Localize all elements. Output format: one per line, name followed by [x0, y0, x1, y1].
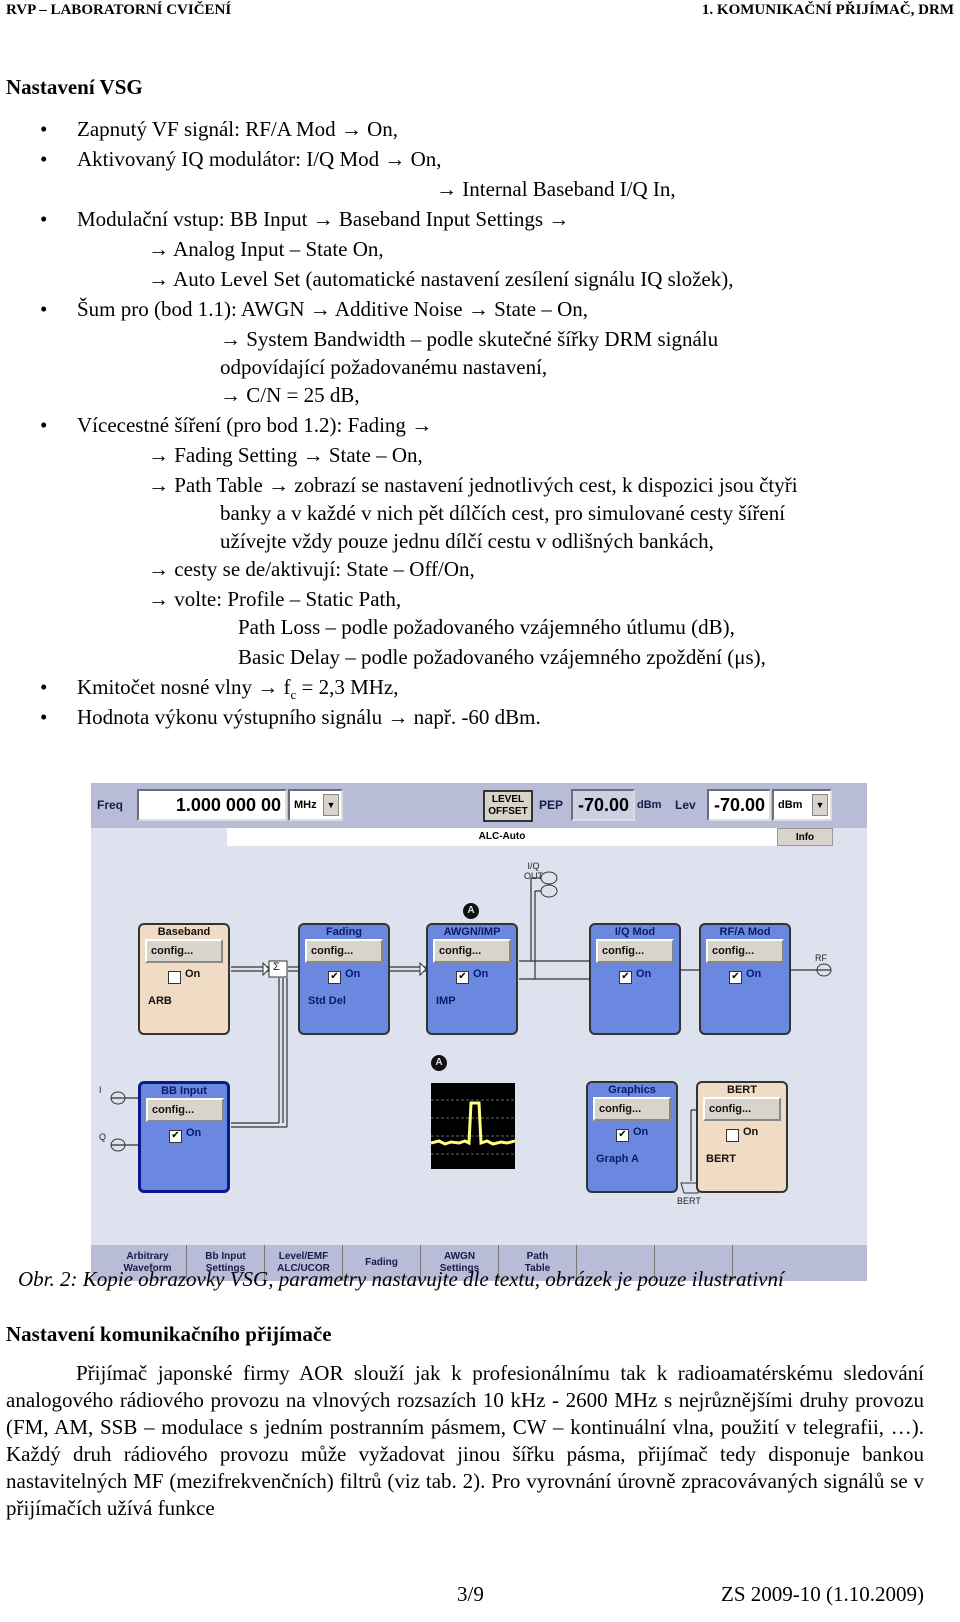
bullet-icon: • [40, 297, 48, 321]
footer-date: ZS 2009-10 (1.10.2009) [721, 1582, 924, 1606]
block-fading[interactable]: Fading config... ✔ On Std Del [298, 923, 390, 1035]
block-bb-input[interactable]: BB Input config... ✔ On [138, 1081, 230, 1193]
figure-caption: Obr. 2: Kopie obrazovky VSG, parametry n… [18, 1267, 784, 1291]
block-title: Baseband [157, 926, 211, 938]
block-mode-label: IMP [436, 995, 456, 1007]
config-button[interactable]: config... [146, 1098, 224, 1122]
block-title: Fading [325, 926, 363, 938]
line-text: Kmitočet nosné vlny → f [77, 675, 291, 699]
badge-a-icon: A [463, 903, 479, 919]
list-line: → System Bandwidth – podle skutečné šířk… [220, 327, 719, 351]
rf-output-label: RF [815, 953, 827, 963]
checkbox-checked-icon[interactable]: ✔ [616, 1129, 629, 1142]
block-title: I/Q Mod [614, 926, 656, 938]
list-line: Aktivovaný IQ modulátor: I/Q Mod → On, [77, 147, 442, 171]
vsg-screenshot: Freq 1.000 000 00 MHz ▼ LEVEL OFFSET PEP… [91, 783, 867, 1281]
config-button[interactable]: config... [433, 939, 511, 963]
checkbox-unchecked-icon[interactable] [168, 971, 181, 984]
block-title: AWGN/IMP [443, 926, 501, 938]
list-line: → Path Table → zobrazí se nastavení jedn… [148, 473, 798, 497]
checkbox-checked-icon[interactable]: ✔ [328, 971, 341, 984]
config-button[interactable]: config... [145, 939, 223, 963]
list-line: Hodnota výkonu výstupního signálu → např… [77, 705, 541, 729]
on-label: On [345, 968, 361, 980]
bullet-icon: • [40, 117, 48, 141]
block-mode-label: BERT [706, 1153, 736, 1165]
bert-connector-label: BERT [677, 1196, 701, 1206]
checkbox-checked-icon[interactable]: ✔ [456, 971, 469, 984]
block-title: RF/A Mod [719, 926, 771, 938]
block-baseband[interactable]: Baseband config... On ARB [138, 923, 230, 1035]
list-line: → C/N = 25 dB, [220, 383, 360, 407]
list-line: Path Loss – podle požadovaného vzájemnéh… [238, 615, 735, 639]
list-line: → Analog Input – State On, [148, 237, 384, 261]
q-input-label: Q [99, 1132, 107, 1142]
config-button[interactable]: config... [305, 939, 383, 963]
config-button[interactable]: config... [703, 1097, 781, 1121]
list-line: → volte: Profile – Static Path, [148, 587, 402, 611]
section-heading-vsg: Nastavení VSG [6, 75, 143, 99]
bullet-icon: • [40, 207, 48, 231]
list-line: Vícecestné šíření (pro bod 1.2): Fading … [77, 413, 433, 437]
running-header-left: RVP – LABORATORNÍ CVIČENÍ [6, 2, 232, 18]
list-line: Modulační vstup: BB Input → Baseband Inp… [77, 207, 570, 231]
on-label: On [473, 968, 489, 980]
block-mode-label: ARB [148, 995, 172, 1007]
sum-symbol: Σ [273, 961, 280, 973]
block-i-q-mod[interactable]: I/Q Mod config... ✔ On [589, 923, 681, 1035]
on-label: On [636, 968, 652, 980]
list-line: → Internal Baseband I/Q In, [436, 177, 676, 201]
bullet-icon: • [40, 675, 48, 699]
section-heading-receiver: Nastavení komunikačního přijímače [6, 1322, 332, 1346]
iq-out-label: I/Q OUT [524, 861, 543, 881]
list-line: → cesty se de/aktivují: State – Off/On, [148, 557, 475, 581]
on-label: On [743, 1126, 759, 1138]
bullet-icon: • [40, 705, 48, 729]
block-rf-a-mod[interactable]: RF/A Mod config... ✔ On [699, 923, 791, 1035]
list-line: → Fading Setting → State – On, [148, 443, 423, 467]
i-input-label: I [99, 1085, 102, 1095]
on-label: On [186, 1127, 202, 1139]
block-title: BB Input [161, 1085, 207, 1097]
list-line: Šum pro (bod 1.1): AWGN → Additive Noise… [77, 297, 589, 321]
block-awgn-imp[interactable]: AWGN/IMP config... ✔ On IMP [426, 923, 518, 1035]
bullet-icon: • [40, 413, 48, 437]
config-button[interactable]: config... [706, 939, 784, 963]
checkbox-checked-icon[interactable]: ✔ [169, 1130, 182, 1143]
page-number: 3/9 [457, 1582, 484, 1606]
list-line: užívejte vždy pouze jednu dílčí cestu v … [220, 529, 714, 553]
checkbox-checked-icon[interactable]: ✔ [619, 971, 632, 984]
running-header-right: 1. KOMUNIKAČNÍ PŘIJÍMAČ, DRM [701, 2, 954, 18]
spectrum-display[interactable] [431, 1083, 515, 1169]
block-mode-label: Std Del [308, 995, 346, 1007]
block-mode-label: Graph A [596, 1153, 639, 1165]
block-title: BERT [727, 1084, 757, 1096]
checkbox-checked-icon[interactable]: ✔ [729, 971, 742, 984]
list-line: Zapnutý VF signál: RF/A Mod → On, [77, 117, 399, 141]
badge-a-icon: A [431, 1055, 447, 1071]
block-title: Graphics [608, 1084, 656, 1096]
config-button[interactable]: config... [593, 1097, 671, 1121]
list-line: Basic Delay – podle požadovaného vzájemn… [238, 645, 766, 669]
block-bert[interactable]: BERT config... On BERT [696, 1081, 788, 1193]
bullet-icon: • [40, 147, 48, 171]
on-label: On [746, 968, 762, 980]
list-line: Kmitočet nosné vlny → fc = 2,3 MHz, [77, 675, 399, 703]
on-label: On [185, 968, 201, 980]
line-text: = 2,3 MHz, [296, 675, 399, 699]
block-graphics[interactable]: Graphics config... ✔ On Graph A [586, 1081, 678, 1193]
list-line: banky a v každé v nich pět dílčích cest,… [220, 501, 786, 525]
receiver-paragraph: Přijímač japonské firmy AOR slouží jak k… [6, 1361, 924, 1520]
list-line: → Auto Level Set (automatické nastavení … [148, 267, 734, 291]
on-label: On [633, 1126, 649, 1138]
config-button[interactable]: config... [596, 939, 674, 963]
list-line: odpovídající požadovanému nastavení, [220, 355, 548, 379]
checkbox-unchecked-icon[interactable] [726, 1129, 739, 1142]
